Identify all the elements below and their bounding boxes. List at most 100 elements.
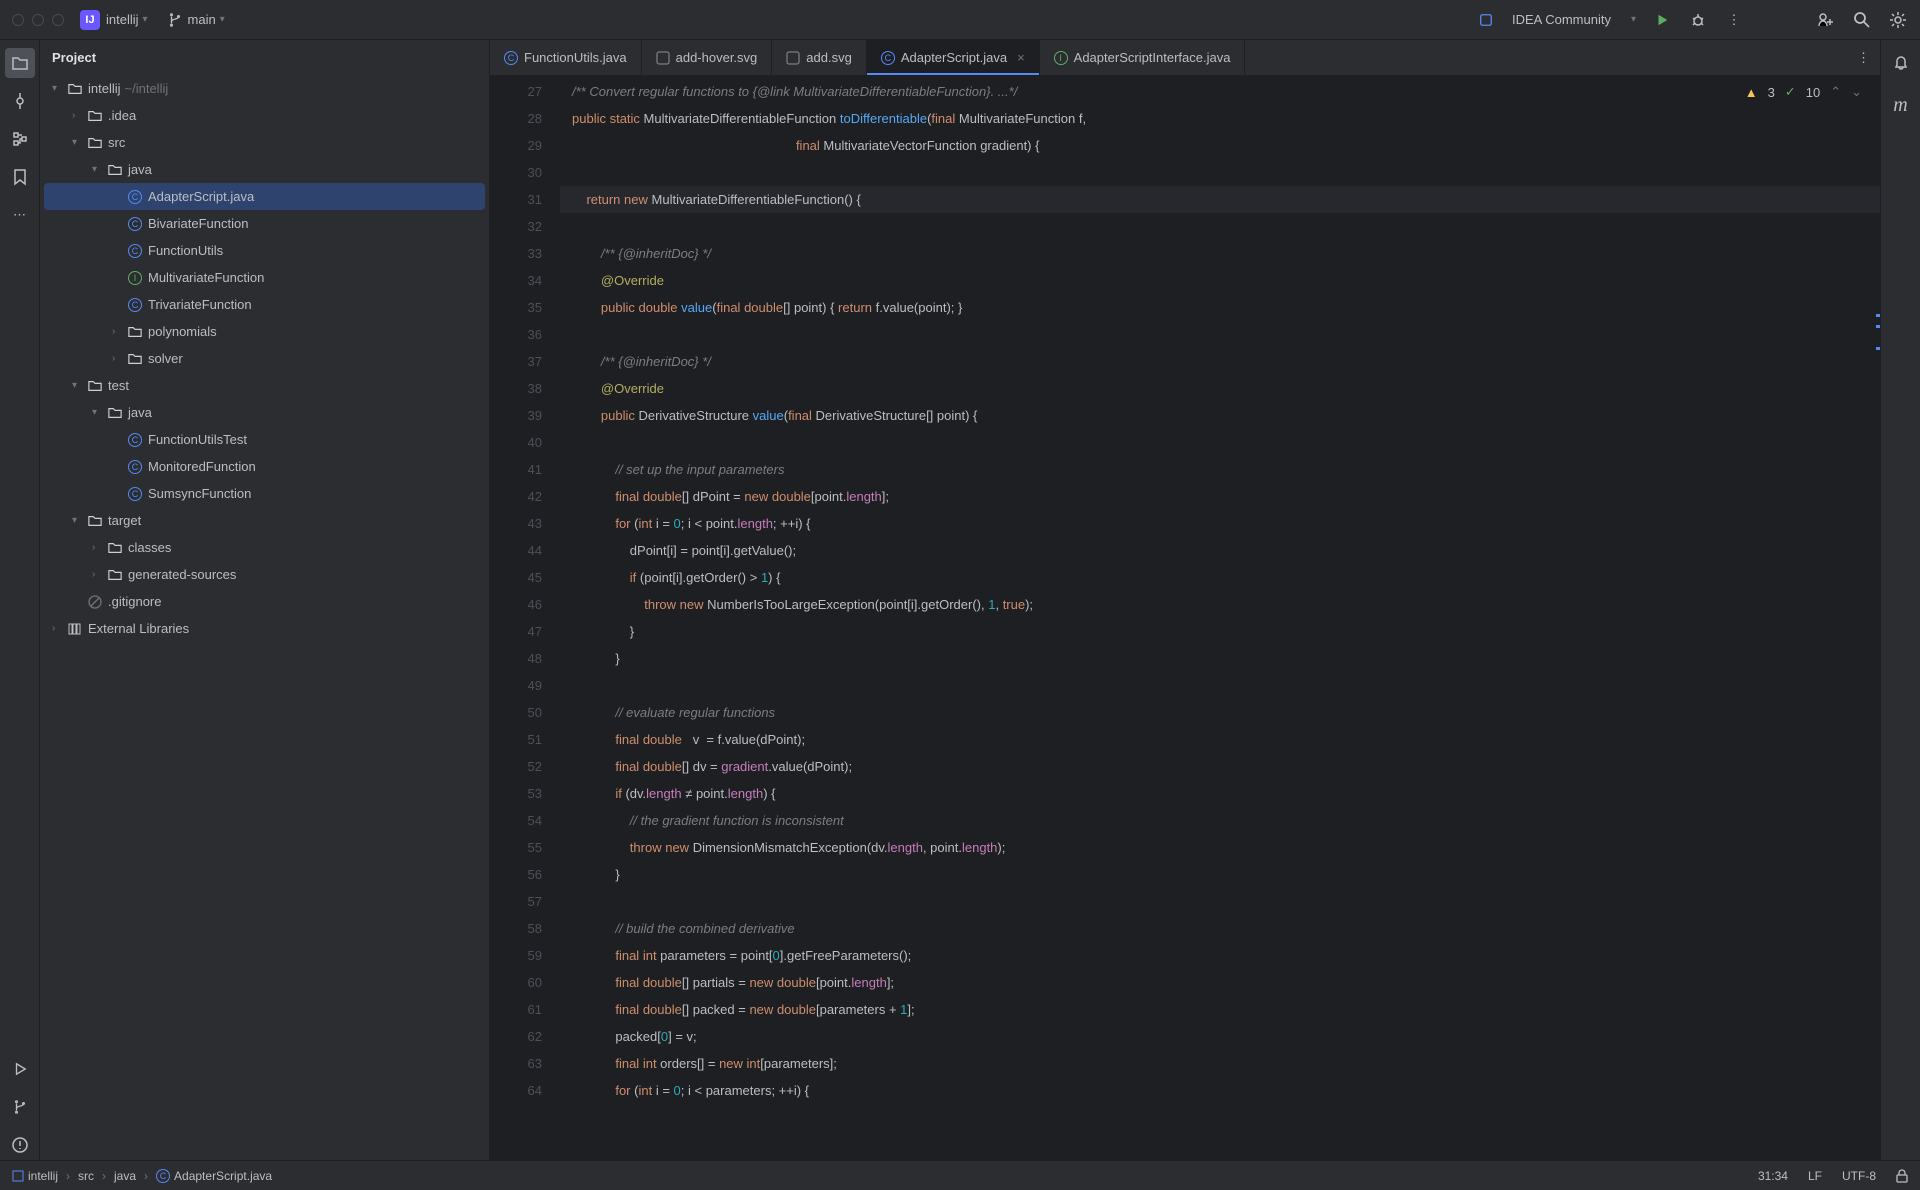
code-line[interactable]: if (dv.length ≠ point.length) { <box>560 780 1880 807</box>
tree-item[interactable]: ›polynomials <box>44 318 485 345</box>
tree-item[interactable]: ›External Libraries <box>44 615 485 642</box>
code-line[interactable]: final double v = f.value(dPoint); <box>560 726 1880 753</box>
chevron-icon[interactable]: › <box>72 110 86 121</box>
bookmarks-tool-icon[interactable] <box>5 162 35 192</box>
line-separator[interactable]: LF <box>1808 1169 1822 1183</box>
tree-item[interactable]: CFunctionUtils <box>44 237 485 264</box>
tree-item[interactable]: ▾target <box>44 507 485 534</box>
line-number[interactable]: 58 <box>490 915 542 942</box>
code-line[interactable]: /** {@inheritDoc} */ <box>560 348 1880 375</box>
inspection-widget[interactable]: ▲ 3 ✓ 10 ⌃ ⌄ <box>1741 82 1866 102</box>
tree-item[interactable]: .gitignore <box>44 588 485 615</box>
code-line[interactable]: final double[] dPoint = new double[point… <box>560 483 1880 510</box>
maximize-window[interactable] <box>52 14 64 26</box>
editor-tab[interactable]: add.svg <box>772 40 867 75</box>
line-number[interactable]: 29 <box>490 132 542 159</box>
line-number[interactable]: 33 <box>490 240 542 267</box>
maven-tool-icon[interactable]: m <box>1886 90 1916 120</box>
readonly-lock-icon[interactable] <box>1896 1169 1908 1183</box>
editor-tab[interactable]: CAdapterScript.java× <box>867 40 1040 75</box>
tree-item[interactable]: IMultivariateFunction <box>44 264 485 291</box>
navigation-bar[interactable]: intellij›src›java›CAdapterScript.java <box>12 1169 272 1183</box>
code-line[interactable]: @Override <box>560 375 1880 402</box>
tree-item[interactable]: CAdapterScript.java <box>44 183 485 210</box>
minimize-window[interactable] <box>32 14 44 26</box>
line-number[interactable]: 51 <box>490 726 542 753</box>
crumb-label[interactable]: intellij <box>28 1169 58 1183</box>
chevron-icon[interactable]: › <box>92 542 106 553</box>
tree-item[interactable]: ▾test <box>44 372 485 399</box>
chevron-icon[interactable]: ▾ <box>72 137 86 148</box>
editor-tab[interactable]: IAdapterScriptInterface.java <box>1040 40 1246 75</box>
project-tool-icon[interactable] <box>5 48 35 78</box>
line-number[interactable]: 56 <box>490 861 542 888</box>
chevron-icon[interactable]: ▾ <box>92 407 106 418</box>
code-line[interactable]: @Override <box>560 267 1880 294</box>
code-line[interactable]: final MultivariateVectorFunction gradien… <box>560 132 1880 159</box>
line-number[interactable]: 39 <box>490 402 542 429</box>
tree-item[interactable]: ▾java <box>44 399 485 426</box>
code-line[interactable]: } <box>560 645 1880 672</box>
line-number[interactable]: 46 <box>490 591 542 618</box>
tree-item[interactable]: ›solver <box>44 345 485 372</box>
chevron-icon[interactable]: ▾ <box>92 164 106 175</box>
code-with-me-icon[interactable] <box>1816 10 1836 30</box>
chevron-icon[interactable]: › <box>52 623 66 634</box>
code-line[interactable]: final double[] partials = new double[poi… <box>560 969 1880 996</box>
code-line[interactable]: packed[0] = v; <box>560 1023 1880 1050</box>
ide-edition-label[interactable]: IDEA Community <box>1512 12 1611 27</box>
line-number[interactable]: 28 <box>490 105 542 132</box>
run-config-selector[interactable] <box>1476 10 1496 30</box>
close-tab-icon[interactable]: × <box>1017 50 1025 65</box>
project-tree[interactable]: ▾intellij~/intellij›.idea▾src▾javaCAdapt… <box>40 75 489 642</box>
editor-tab[interactable]: CFunctionUtils.java <box>490 40 642 75</box>
crumb-label[interactable]: AdapterScript.java <box>174 1169 272 1183</box>
code-line[interactable]: final int parameters = point[0].getFreeP… <box>560 942 1880 969</box>
code-line[interactable]: } <box>560 861 1880 888</box>
chevron-icon[interactable]: ▾ <box>72 515 86 526</box>
code-line[interactable]: final double[] packed = new double[param… <box>560 996 1880 1023</box>
code-line[interactable]: final double[] dv = gradient.value(dPoin… <box>560 753 1880 780</box>
line-number[interactable]: 43 <box>490 510 542 537</box>
code-line[interactable]: dPoint[i] = point[i].getValue(); <box>560 537 1880 564</box>
run-tool-icon[interactable] <box>5 1054 35 1084</box>
project-name[interactable]: intellij <box>106 12 139 27</box>
tree-item[interactable]: ›classes <box>44 534 485 561</box>
notifications-icon[interactable] <box>1886 48 1916 78</box>
editor-tab[interactable]: add-hover.svg <box>642 40 773 75</box>
line-number[interactable]: 59 <box>490 942 542 969</box>
editor-body[interactable]: ▲ 3 ✓ 10 ⌃ ⌄ 272829303132333435363738394… <box>490 76 1880 1160</box>
tree-item[interactable]: ▾intellij~/intellij <box>44 75 485 102</box>
chevron-icon[interactable]: › <box>112 353 126 364</box>
caret-position[interactable]: 31:34 <box>1758 1169 1788 1183</box>
tree-item[interactable]: CSumsyncFunction <box>44 480 485 507</box>
tree-item[interactable]: CTrivariateFunction <box>44 291 485 318</box>
code-line[interactable]: public DerivativeStructure value(final D… <box>560 402 1880 429</box>
tree-item[interactable]: ▾java <box>44 156 485 183</box>
line-number[interactable]: 61 <box>490 996 542 1023</box>
structure-tool-icon[interactable] <box>5 124 35 154</box>
tree-item[interactable]: ›generated-sources <box>44 561 485 588</box>
line-number[interactable]: 57 <box>490 888 542 915</box>
code-line[interactable] <box>560 159 1880 186</box>
code-line[interactable]: // set up the input parameters <box>560 456 1880 483</box>
vcs-branch[interactable]: main ▾ <box>168 12 225 27</box>
code-line[interactable]: } <box>560 618 1880 645</box>
line-number[interactable]: 32 <box>490 213 542 240</box>
search-icon[interactable] <box>1852 10 1872 30</box>
code-editor[interactable]: /** Convert regular functions to {@link … <box>560 76 1880 1160</box>
line-number[interactable]: 35 <box>490 294 542 321</box>
problems-tool-icon[interactable] <box>5 1130 35 1160</box>
code-line[interactable]: if (point[i].getOrder() > 1) { <box>560 564 1880 591</box>
line-number[interactable]: 50 <box>490 699 542 726</box>
tree-item[interactable]: ▾src <box>44 129 485 156</box>
file-encoding[interactable]: UTF-8 <box>1842 1169 1876 1183</box>
line-number[interactable]: 37 <box>490 348 542 375</box>
chevron-icon[interactable]: ▾ <box>72 380 86 391</box>
code-line[interactable]: // build the combined derivative <box>560 915 1880 942</box>
chevron-icon[interactable]: › <box>112 326 126 337</box>
next-highlight-icon[interactable]: ⌄ <box>1851 84 1862 100</box>
tree-item[interactable]: CBivariateFunction <box>44 210 485 237</box>
more-actions-icon[interactable]: ⋮ <box>1724 10 1744 30</box>
line-number[interactable]: 38 <box>490 375 542 402</box>
